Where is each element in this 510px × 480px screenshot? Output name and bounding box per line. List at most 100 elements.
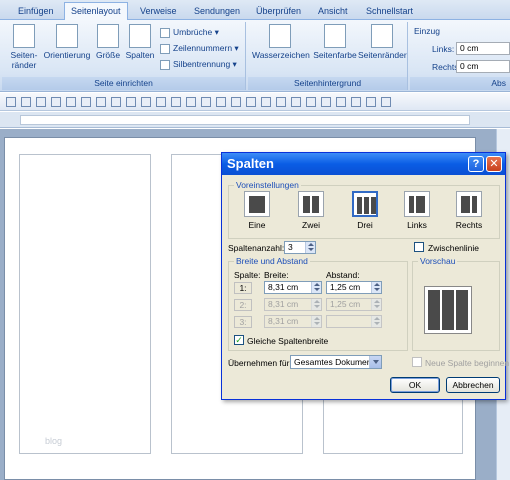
orientation-button[interactable]: Orientierung <box>42 24 92 60</box>
col1-spacing-arrows-icon[interactable] <box>371 282 381 293</box>
preset-links[interactable]: Links <box>402 191 432 230</box>
page-borders-button[interactable]: Seitenränder <box>358 24 407 60</box>
toolbar-button-icon[interactable] <box>126 97 136 107</box>
col2-width-arrows-icon <box>311 299 321 310</box>
toolbar-button-icon[interactable] <box>141 97 151 107</box>
toolbar-button-icon[interactable] <box>366 97 376 107</box>
col2-spacing-arrows-icon <box>371 299 381 310</box>
size-icon <box>97 24 119 48</box>
group-page-background: Wasserzeichen Seitenfarbe Seitenränder S… <box>248 22 408 90</box>
column-count-value: 3 <box>288 242 293 252</box>
presets-legend: Voreinstellungen <box>234 180 301 190</box>
tab-verweise[interactable]: Verweise <box>134 3 183 20</box>
toolbar-button-icon[interactable] <box>381 97 391 107</box>
toolbar-button-icon[interactable] <box>231 97 241 107</box>
breaks-label: Umbrüche <box>173 27 213 37</box>
dialog-titlebar[interactable]: Spalten ? ✕ <box>222 153 505 175</box>
toolbar-button-icon[interactable] <box>6 97 16 107</box>
col3-width-value: 8,31 cm <box>268 316 299 326</box>
preset-rechts[interactable]: Rechts <box>454 191 484 230</box>
toolbar-button-icon[interactable] <box>321 97 331 107</box>
preview-legend: Vorschau <box>418 256 458 266</box>
cancel-button[interactable]: Abbrechen <box>446 377 500 393</box>
margins-button[interactable]: Seiten- ränder <box>6 24 42 70</box>
col2-spacing-value: 1,25 cm <box>330 299 361 309</box>
tab-einfuegen[interactable]: Einfügen <box>12 3 60 20</box>
orientation-icon <box>56 24 78 48</box>
preset-left-column-icon <box>404 191 430 217</box>
help-button[interactable]: ? <box>468 156 484 172</box>
toolbar-button-icon[interactable] <box>216 97 226 107</box>
toolbar-button-icon[interactable] <box>111 97 121 107</box>
page-borders-icon <box>371 24 393 48</box>
watermark-button[interactable]: Wasserzeichen <box>252 24 310 60</box>
toolbar-button-icon[interactable] <box>66 97 76 107</box>
col2-width-spinner: 8,31 cm <box>264 298 322 311</box>
line-between-checkbox[interactable] <box>414 242 424 252</box>
toolbar-button-icon[interactable] <box>336 97 346 107</box>
line-numbers-button[interactable]: Zeilennummern ▾ <box>160 42 239 54</box>
toolbar-button-icon[interactable] <box>51 97 61 107</box>
col1-spacing-value: 1,25 cm <box>330 282 361 292</box>
apply-to-value: Gesamtes Dokument <box>294 357 374 367</box>
chevron-down-icon[interactable] <box>369 356 381 368</box>
columns-button[interactable]: Spalten <box>124 24 156 60</box>
preset-links-label: Links <box>407 220 427 230</box>
toolbar-button-icon[interactable] <box>156 97 166 107</box>
toolbar-button-icon[interactable] <box>291 97 301 107</box>
page-color-label: Seitenfarbe <box>313 50 357 60</box>
toolbar-button-icon[interactable] <box>261 97 271 107</box>
preset-zwei[interactable]: Zwei <box>296 191 326 230</box>
toolbar-button-icon[interactable] <box>81 97 91 107</box>
breaks-button[interactable]: Umbrüche ▾ <box>160 26 219 38</box>
group-page-setup: Seiten- ränder Orientierung Größe Spalte… <box>2 22 246 90</box>
toolbar-button-icon[interactable] <box>186 97 196 107</box>
col1-width-arrows-icon[interactable] <box>311 282 321 293</box>
watermark-text: blog <box>45 436 63 446</box>
group-paragraph: Einzug Links: 0 cm Rechts: 0 cm Abs <box>410 22 510 90</box>
indent-title: Einzug <box>414 26 440 36</box>
preset-drei[interactable]: Drei <box>350 191 380 230</box>
toolbar-button-icon[interactable] <box>96 97 106 107</box>
hyphenation-label: Silbentrennung <box>173 59 231 69</box>
toolbar-button-icon[interactable] <box>21 97 31 107</box>
apply-to-select[interactable]: Gesamtes Dokument <box>290 355 382 369</box>
col1-width-value: 8,31 cm <box>268 282 299 292</box>
apply-to-label: Übernehmen für: <box>228 358 292 368</box>
col1-width-spinner[interactable]: 8,31 cm <box>264 281 322 294</box>
column-count-spinner[interactable]: 3 <box>284 241 316 254</box>
size-button[interactable]: Größe <box>94 24 122 60</box>
toolbar-button-icon[interactable] <box>306 97 316 107</box>
toolbar-button-icon[interactable] <box>351 97 361 107</box>
tab-ueberpruefen[interactable]: Überprüfen <box>250 3 307 20</box>
horizontal-ruler[interactable] <box>0 112 510 128</box>
indent-right-input[interactable]: 0 cm <box>456 60 510 73</box>
toolbar-button-icon[interactable] <box>36 97 46 107</box>
toolbar-button-icon[interactable] <box>201 97 211 107</box>
preset-eine[interactable]: Eine <box>242 191 272 230</box>
columns-label: Spalten <box>125 50 155 60</box>
page-borders-label: Seitenränder <box>358 50 407 60</box>
column-frame-1 <box>19 154 151 454</box>
equal-width-checkbox[interactable]: ✓ <box>234 335 244 345</box>
preset-right-column-icon <box>456 191 482 217</box>
col1-spacing-spinner[interactable]: 1,25 cm <box>326 281 382 294</box>
hyphenation-button[interactable]: Silbentrennung ▾ <box>160 58 237 70</box>
margins-label-line2: ränder <box>11 60 37 70</box>
col-number-2: 2: <box>234 299 252 311</box>
ok-button[interactable]: OK <box>390 377 440 393</box>
close-button[interactable]: ✕ <box>486 156 502 172</box>
column-count-label: Spaltenanzahl: <box>228 243 285 253</box>
toolbar-button-icon[interactable] <box>276 97 286 107</box>
col2-width-value: 8,31 cm <box>268 299 299 309</box>
page-color-button[interactable]: Seitenfarbe <box>310 24 360 60</box>
column-count-arrows-icon[interactable] <box>305 242 315 253</box>
indent-left-input[interactable]: 0 cm <box>456 42 510 55</box>
toolbar-button-icon[interactable] <box>246 97 256 107</box>
tab-schnellstart[interactable]: Schnellstart <box>360 3 419 20</box>
toolbar-button-icon[interactable] <box>171 97 181 107</box>
tab-ansicht[interactable]: Ansicht <box>312 3 354 20</box>
tab-sendungen[interactable]: Sendungen <box>188 3 246 20</box>
paragraph-caption: Abs <box>410 77 510 90</box>
tab-seitenlayout[interactable]: Seitenlayout <box>64 2 128 21</box>
